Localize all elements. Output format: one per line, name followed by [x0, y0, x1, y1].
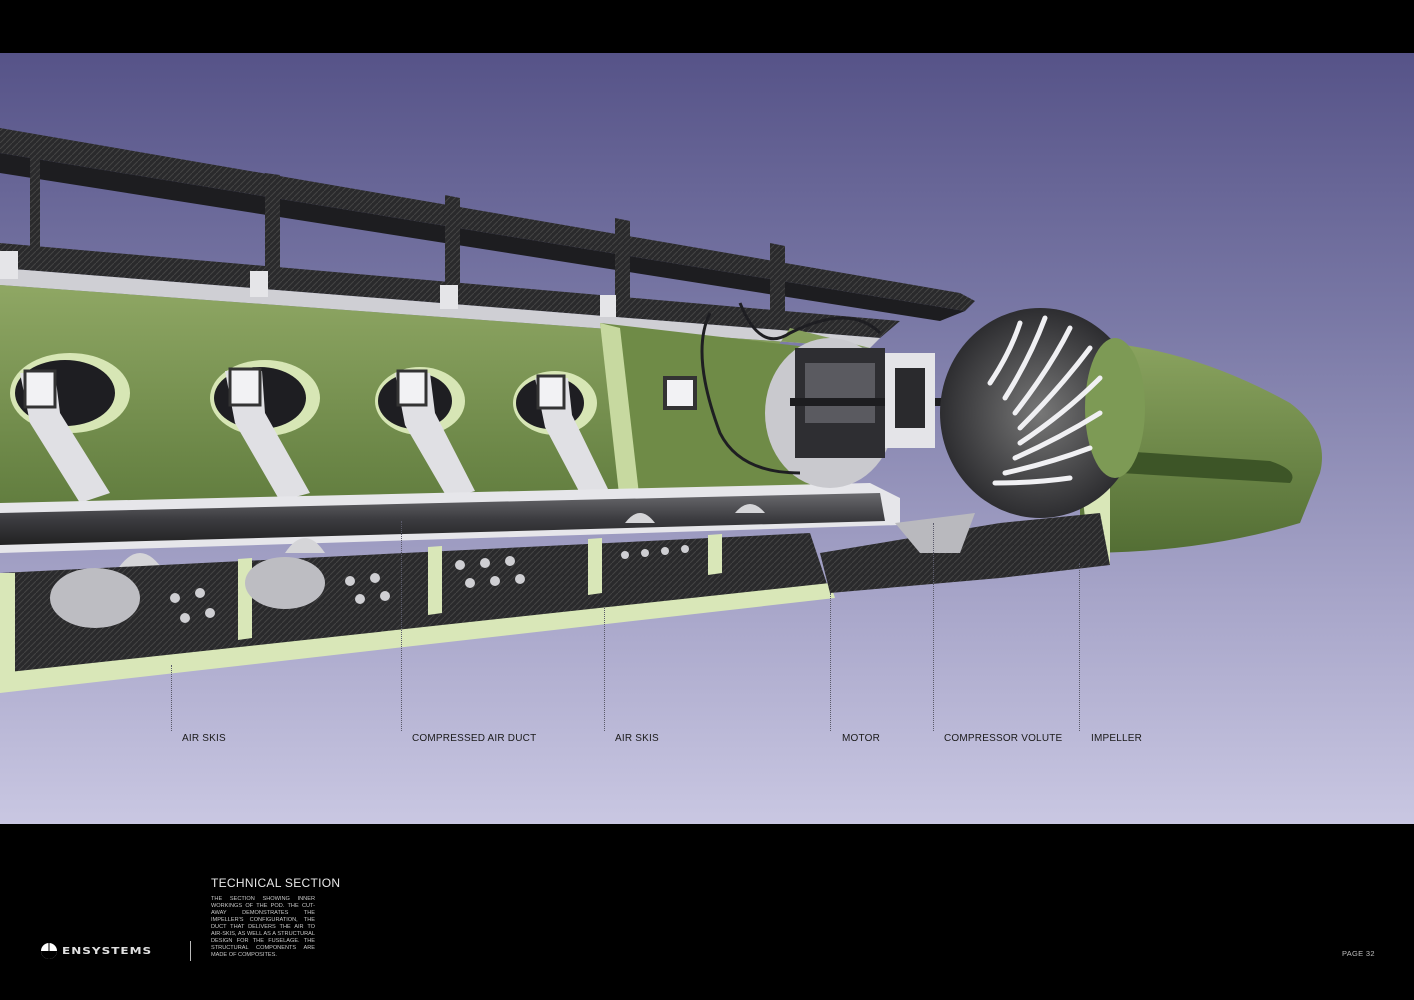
- leader-motor: [830, 593, 831, 731]
- callout-air-skis-1: AIR SKIS: [182, 733, 226, 744]
- logo-mark-icon: [41, 943, 57, 959]
- section-description: THE SECTION SHOWING INNER WORKINGS OF TH…: [211, 896, 315, 958]
- callout-compressed-air-duct: COMPRESSED AIR DUCT: [412, 733, 537, 744]
- page-number: PAGE 32: [1342, 949, 1375, 958]
- company-logo: ENSYSTEMS: [40, 942, 152, 960]
- leader-air-skis-1: [171, 665, 172, 731]
- air-ski-chambers: [0, 533, 835, 693]
- callout-impeller: IMPELLER: [1091, 733, 1143, 744]
- callout-air-skis-2: AIR SKIS: [615, 733, 659, 744]
- top-black-band: [0, 0, 1414, 53]
- pod-cutaway-render: [0, 128, 1322, 693]
- logo-text: ENSYSTEMS: [62, 945, 153, 957]
- logo-divider: [190, 941, 191, 961]
- leader-air-skis-2: [604, 608, 605, 731]
- motor-assembly: [765, 338, 950, 488]
- footer-band: TECHNICAL SECTION THE SECTION SHOWING IN…: [0, 824, 1414, 1000]
- leader-compressed-air-duct: [401, 521, 402, 731]
- leader-impeller: [1079, 563, 1080, 731]
- callout-compressor-volute: COMPRESSOR VOLUTE: [944, 733, 1063, 744]
- section-title: TECHNICAL SECTION: [211, 876, 341, 890]
- leader-compressor-volute: [933, 523, 934, 731]
- callout-motor: MOTOR: [842, 733, 881, 744]
- render-viewport: AIR SKIS COMPRESSED AIR DUCT AIR SKIS MO…: [0, 53, 1414, 824]
